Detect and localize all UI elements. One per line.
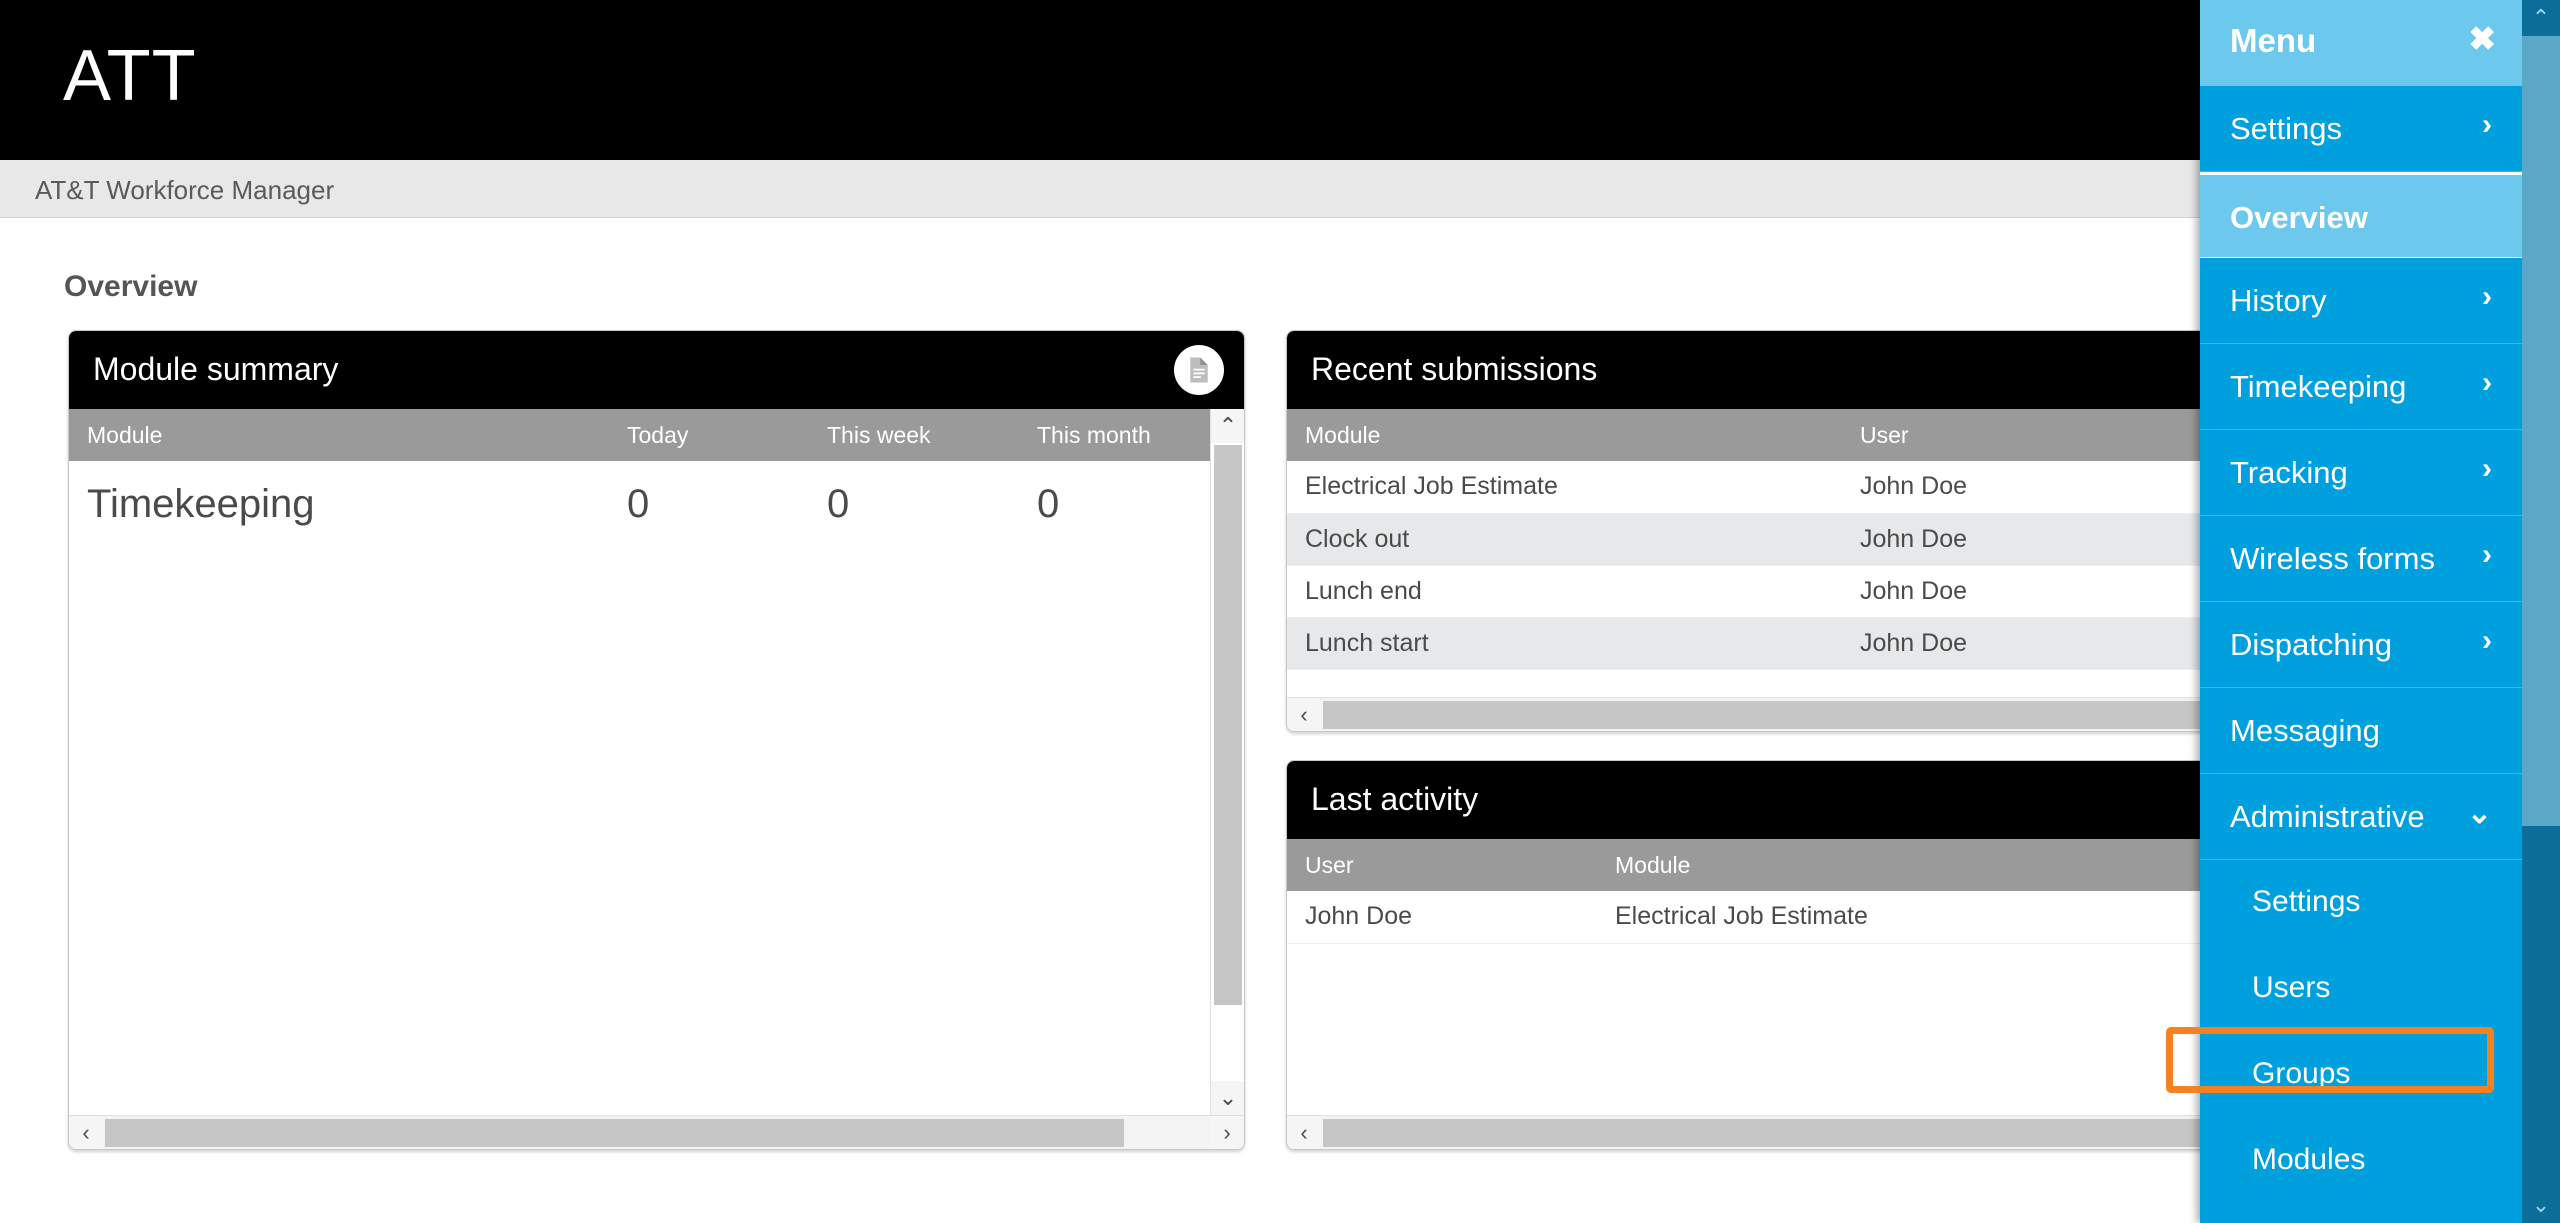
cell-today: 0 xyxy=(609,461,809,547)
cell-module: Clock out xyxy=(1287,513,1842,566)
document-icon[interactable] xyxy=(1174,345,1224,395)
table-header-row: Module Today This week This month xyxy=(69,409,1244,461)
menu-item-label: Modules xyxy=(2252,1143,2366,1176)
app-root: ATT AT&T Workforce Manager Overview Modu… xyxy=(0,0,2560,1223)
scroll-left-icon[interactable]: ‹ xyxy=(69,1116,103,1149)
menu-item-overview[interactable]: Overview xyxy=(2200,172,2522,258)
chevron-right-icon: › xyxy=(2482,452,2492,485)
chevron-right-icon: › xyxy=(2482,108,2492,141)
menu-item-admin-modules[interactable]: Modules xyxy=(2200,1118,2522,1204)
cell-module: Lunch start xyxy=(1287,617,1842,670)
slideout-menu: Menu ✖ Settings › Overview History › Tim… xyxy=(2200,0,2522,1223)
page-title: Overview xyxy=(64,270,198,303)
att-logo: ATT xyxy=(63,36,197,116)
cell-module: Lunch end xyxy=(1287,565,1842,618)
menu-item-label: Messaging xyxy=(2230,713,2380,748)
chevron-right-icon: › xyxy=(2482,538,2492,571)
menu-item-timekeeping[interactable]: Timekeeping › xyxy=(2200,344,2522,430)
brand-bar: ATT xyxy=(0,0,2560,160)
scroll-up-icon[interactable]: ⌃ xyxy=(1211,409,1244,443)
cell-user: John Doe xyxy=(1842,617,2232,670)
cell-module: Electrical Job Estimate xyxy=(1287,461,1842,514)
chevron-right-icon: › xyxy=(2482,280,2492,313)
scroll-left-icon[interactable]: ‹ xyxy=(1287,698,1321,731)
scroll-down-icon[interactable]: ⌄ xyxy=(2522,1187,2560,1223)
menu-item-tracking[interactable]: Tracking › xyxy=(2200,430,2522,516)
scroll-right-icon[interactable]: › xyxy=(1210,1116,1244,1149)
menu-item-label: History xyxy=(2230,283,2327,318)
table-row[interactable]: Timekeeping 0 0 0 xyxy=(69,461,1244,547)
chevron-right-icon: › xyxy=(2482,366,2492,399)
module-summary-horizontal-scrollbar[interactable]: ‹ › xyxy=(69,1115,1244,1149)
scroll-thumb[interactable] xyxy=(1214,445,1242,1005)
scroll-thumb-horizontal[interactable] xyxy=(105,1119,1124,1147)
menu-item-history[interactable]: History › xyxy=(2200,258,2522,344)
module-summary-panel: Module summary Module Today This week Th… xyxy=(68,330,1245,1150)
menu-item-label: Dispatching xyxy=(2230,627,2392,662)
cell-user: John Doe xyxy=(1287,891,1597,944)
chevron-right-icon: › xyxy=(2482,624,2492,657)
menu-item-label: Groups xyxy=(2252,1057,2351,1090)
scroll-left-icon[interactable]: ‹ xyxy=(1287,1116,1321,1149)
col-this-week[interactable]: This week xyxy=(809,409,1019,461)
scroll-up-icon[interactable]: ⌃ xyxy=(2522,0,2560,36)
menu-item-dispatching[interactable]: Dispatching › xyxy=(2200,602,2522,688)
menu-item-label: Users xyxy=(2252,971,2331,1004)
menu-item-label: Wireless forms xyxy=(2230,541,2435,576)
scroll-down-icon[interactable]: ⌄ xyxy=(1211,1081,1244,1115)
app-subheader: AT&T Workforce Manager xyxy=(0,160,2560,218)
cell-module: Timekeeping xyxy=(69,461,609,547)
menu-item-wireless-forms[interactable]: Wireless forms › xyxy=(2200,516,2522,602)
chevron-down-icon: ⌄ xyxy=(2466,797,2492,830)
menu-scrollbar[interactable]: ⌃ ⌄ xyxy=(2522,0,2560,1223)
menu-item-label: Overview xyxy=(2230,200,2368,235)
menu-header: Menu ✖ xyxy=(2200,0,2522,86)
menu-item-label: Timekeeping xyxy=(2230,369,2407,404)
menu-item-admin-users[interactable]: Users xyxy=(2200,946,2522,1032)
col-today[interactable]: Today xyxy=(609,409,809,461)
app-title: AT&T Workforce Manager xyxy=(35,175,335,205)
col-user[interactable]: User xyxy=(1287,839,1597,891)
cell-user: John Doe xyxy=(1842,513,2232,566)
col-module[interactable]: Module xyxy=(1287,409,1842,461)
menu-item-admin-settings[interactable]: Settings xyxy=(2200,860,2522,946)
menu-item-settings[interactable]: Settings › xyxy=(2200,86,2522,172)
close-icon[interactable]: ✖ xyxy=(2468,22,2496,55)
menu-title: Menu xyxy=(2230,22,2317,59)
module-summary-header: Module summary xyxy=(69,331,1244,409)
last-activity-title: Last activity xyxy=(1311,781,1479,817)
menu-item-label: Settings xyxy=(2230,111,2343,146)
menu-item-administrative[interactable]: Administrative ⌄ xyxy=(2200,774,2522,860)
cell-user: John Doe xyxy=(1842,461,2232,514)
scroll-thumb[interactable] xyxy=(2522,36,2560,826)
cell-this-week: 0 xyxy=(809,461,1019,547)
recent-submissions-title: Recent submissions xyxy=(1311,351,1598,387)
module-summary-title: Module summary xyxy=(93,351,339,387)
module-summary-vertical-scrollbar[interactable]: ⌃ ⌄ xyxy=(1210,409,1244,1115)
col-user[interactable]: User xyxy=(1842,409,2232,461)
menu-item-admin-groups[interactable]: Groups xyxy=(2200,1032,2522,1118)
menu-item-label: Tracking xyxy=(2230,455,2348,490)
menu-item-messaging[interactable]: Messaging xyxy=(2200,688,2522,774)
col-module[interactable]: Module xyxy=(69,409,609,461)
menu-item-label: Settings xyxy=(2252,885,2361,918)
menu-item-label: Administrative xyxy=(2230,799,2425,834)
module-summary-table: Module Today This week This month Timeke… xyxy=(69,409,1244,547)
cell-user: John Doe xyxy=(1842,565,2232,618)
